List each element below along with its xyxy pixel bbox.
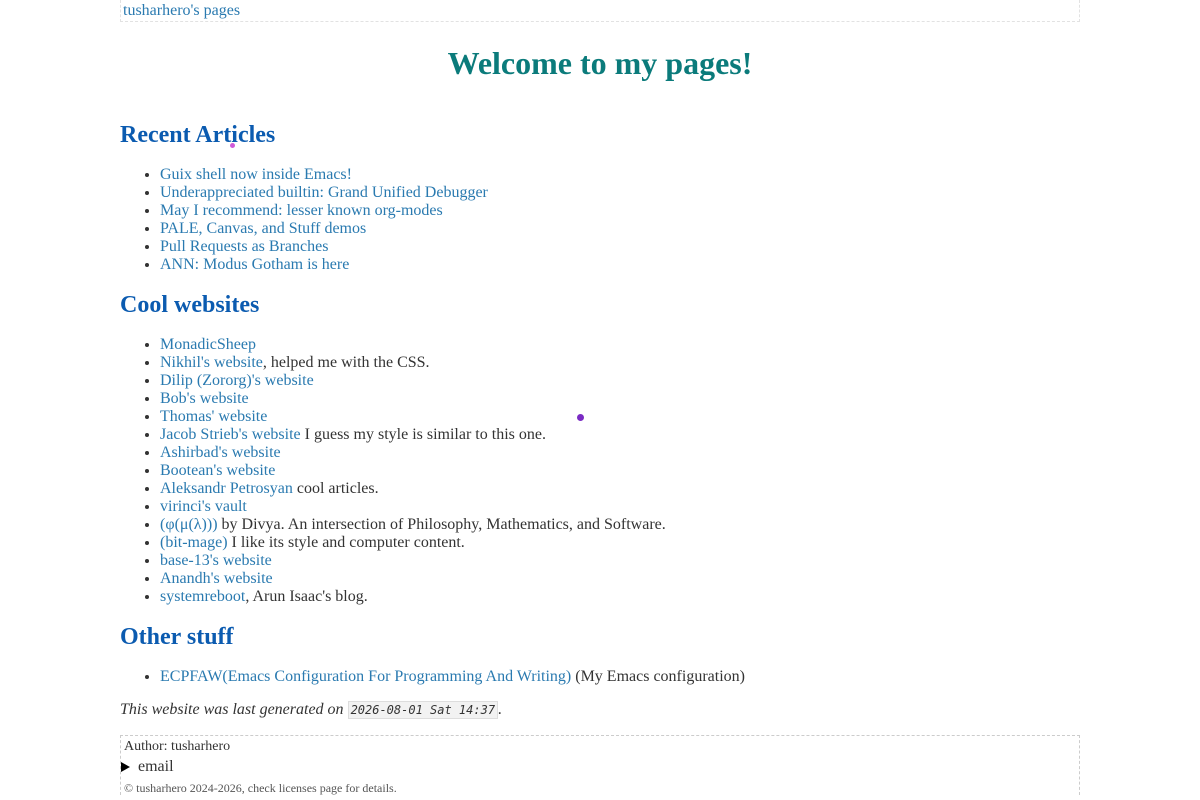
website-item-link[interactable]: Dilip (Zororg)'s website (160, 372, 314, 389)
last-generated: This website was last generated on 2026-… (120, 700, 1080, 720)
generated-suffix: . (498, 701, 503, 718)
website-item: base-13's website (160, 552, 1080, 570)
website-item-link[interactable]: Thomas' website (160, 408, 267, 425)
recent-articles-heading: Recent Articles (120, 122, 276, 148)
website-item-link[interactable]: Anandh's website (160, 570, 273, 587)
cursor-dot (577, 414, 584, 421)
website-item: MonadicSheep (160, 336, 1080, 354)
other-item-note: (My Emacs configuration) (571, 668, 745, 685)
website-item: virinci's vault (160, 498, 1080, 516)
article-item: ANN: Modus Gotham is here (160, 256, 1080, 274)
article-item: May I recommend: lesser known org-modes (160, 202, 1080, 220)
copyright-line: © tusharhero 2024-2026, check licenses p… (124, 781, 397, 795)
generated-timestamp: 2026-08-01 Sat 14:37 (347, 701, 499, 719)
cool-websites-list: MonadicSheepNikhil's website, helped me … (120, 336, 1080, 606)
cursor-trail-dot (230, 143, 235, 148)
other-stuff-list: ECPFAW(Emacs Configuration For Programmi… (120, 668, 1080, 686)
article-item-link[interactable]: Underappreciated builtin: Grand Unified … (160, 184, 488, 201)
article-item: Underappreciated builtin: Grand Unified … (160, 184, 1080, 202)
article-item: PALE, Canvas, and Stuff demos (160, 220, 1080, 238)
other-stuff-heading: Other stuff (120, 624, 234, 650)
website-item-link[interactable]: Nikhil's website (160, 354, 263, 371)
page: tusharhero's pages Welcome to my pages! … (120, 0, 1080, 795)
website-item-note: by Divya. An intersection of Philosophy,… (217, 516, 666, 533)
website-item-link[interactable]: Jacob Strieb's website (160, 426, 301, 443)
generated-prefix: This website was last generated on (120, 701, 348, 718)
article-item: Pull Requests as Branches (160, 238, 1080, 256)
website-item-link[interactable]: Bootean's website (160, 462, 275, 479)
website-item-note: , helped me with the CSS. (262, 354, 430, 371)
website-item-link[interactable]: (φ(μ(λ))) (160, 516, 218, 533)
website-item-link[interactable]: base-13's website (160, 552, 272, 569)
website-item: Thomas' website (160, 408, 1080, 426)
article-item-link[interactable]: ANN: Modus Gotham is here (160, 256, 349, 273)
website-item-link[interactable]: systemreboot (160, 588, 245, 605)
article-item-link[interactable]: PALE, Canvas, and Stuff demos (160, 220, 366, 237)
home-link[interactable]: tusharhero's pages (123, 2, 240, 19)
website-item-note: , Arun Isaac's blog. (245, 588, 368, 605)
website-item: systemreboot, Arun Isaac's blog. (160, 588, 1080, 606)
website-item-note: I like its style and computer content. (227, 534, 465, 551)
website-item: Bootean's website (160, 462, 1080, 480)
other-item: ECPFAW(Emacs Configuration For Programmi… (160, 668, 1080, 686)
email-disclosure[interactable]: email (121, 757, 1076, 777)
recent-articles-list: Guix shell now inside Emacs!Underappreci… (120, 166, 1080, 274)
page-title: Welcome to my pages! (447, 45, 753, 81)
disclosure-triangle-icon[interactable] (121, 762, 130, 772)
website-item-link[interactable]: Bob's website (160, 390, 249, 407)
website-item-note: cool articles. (292, 480, 379, 497)
website-item: Anandh's website (160, 570, 1080, 588)
website-item: Dilip (Zororg)'s website (160, 372, 1080, 390)
website-item-link[interactable]: Ashirbad's website (160, 444, 281, 461)
article-item: Guix shell now inside Emacs! (160, 166, 1080, 184)
website-item-link[interactable]: (bit-mage) (160, 534, 228, 551)
website-item-link[interactable]: Aleksandr Petrosyan (160, 480, 293, 497)
cool-websites-heading: Cool websites (120, 292, 260, 318)
other-item-link[interactable]: ECPFAW(Emacs Configuration For Programmi… (160, 668, 571, 685)
website-item-link[interactable]: virinci's vault (160, 498, 247, 515)
website-item: Jacob Strieb's website I guess my style … (160, 426, 1080, 444)
website-item: Ashirbad's website (160, 444, 1080, 462)
website-item-link[interactable]: MonadicSheep (160, 336, 256, 353)
website-item: (φ(μ(λ))) by Divya. An intersection of P… (160, 516, 1080, 534)
website-item: Bob's website (160, 390, 1080, 408)
email-label[interactable]: email (138, 758, 174, 775)
article-item-link[interactable]: Guix shell now inside Emacs! (160, 166, 352, 183)
postamble: Author: tusharhero email © tusharhero 20… (120, 735, 1080, 795)
article-item-link[interactable]: May I recommend: lesser known org-modes (160, 202, 443, 219)
article-item-link[interactable]: Pull Requests as Branches (160, 238, 328, 255)
website-item: Aleksandr Petrosyan cool articles. (160, 480, 1080, 498)
website-item: (bit-mage) I like its style and computer… (160, 534, 1080, 552)
site-header: tusharhero's pages (120, 0, 1080, 22)
website-item: Nikhil's website, helped me with the CSS… (160, 354, 1080, 372)
website-item-note: I guess my style is similar to this one. (300, 426, 546, 443)
author-line: Author: tusharhero (124, 739, 231, 754)
